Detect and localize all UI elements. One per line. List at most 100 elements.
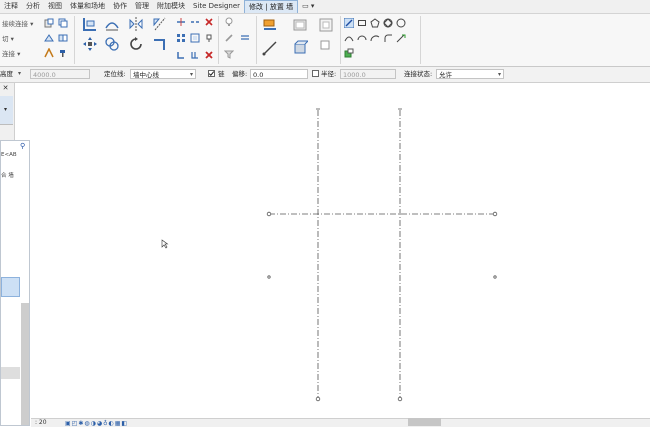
trim-single-icon[interactable]	[176, 50, 186, 60]
join-command-label[interactable]: 接续连接 ▾	[2, 18, 33, 28]
browser-row[interactable]: E<AB	[1, 152, 19, 158]
radius-field[interactable]: 1000.0	[340, 69, 396, 79]
dimension-icon[interactable]	[262, 40, 278, 56]
join-geometry-icon[interactable]	[58, 33, 68, 43]
ribbon-tab[interactable]: 修改 | 放置 墙	[244, 0, 299, 13]
ribbon-tab[interactable]: 分析	[22, 0, 44, 13]
ribbon-tab[interactable]: ▭ ▾	[298, 0, 318, 13]
draw-arc-start-end-icon[interactable]	[344, 33, 354, 43]
trim-multiple-icon[interactable]	[190, 50, 200, 60]
browser-row-highlight	[1, 367, 20, 379]
pick-lines-icon[interactable]	[396, 33, 406, 43]
ribbon-tab[interactable]: 管理	[131, 0, 153, 13]
join-status-label: 连接状态:	[404, 70, 433, 78]
location-line-label: 定位线:	[104, 70, 126, 78]
ribbon-separator	[74, 16, 75, 64]
browser-row[interactable]: 合 墙	[1, 171, 19, 179]
height-value: 4000.0	[33, 71, 56, 79]
lightbulb-icon[interactable]	[224, 17, 234, 27]
project-browser: ⚲ E<AB 合 墙	[0, 140, 30, 426]
view-filter-icon[interactable]	[224, 49, 234, 59]
linework-icon[interactable]	[240, 33, 250, 43]
trim-extend-icon[interactable]	[152, 36, 168, 52]
offset-icon[interactable]	[104, 16, 120, 32]
location-line-select[interactable]: 墙中心线 ▾	[130, 69, 196, 79]
chain-checkbox[interactable]	[208, 70, 215, 77]
radius-checkbox[interactable]	[312, 70, 319, 77]
create-group-icon[interactable]	[292, 40, 308, 56]
ribbon-tab[interactable]: 注释	[0, 0, 22, 13]
search-icon[interactable]: ⚲	[20, 142, 25, 150]
cut-profile-icon[interactable]	[44, 33, 54, 43]
delete-icon[interactable]	[204, 50, 214, 60]
ribbon-separator	[420, 16, 421, 64]
location-line-value: 墙中心线	[133, 71, 159, 79]
split-icon[interactable]	[176, 17, 186, 27]
chevron-down-icon: ▾	[497, 71, 501, 78]
height-label: 高度	[0, 70, 13, 78]
scale-icon[interactable]	[190, 33, 200, 43]
match-type-icon[interactable]	[44, 48, 54, 58]
type-selector[interactable]: ▾	[0, 96, 13, 125]
grid-endpoint-marker[interactable]	[315, 396, 321, 402]
connect-command-label[interactable]: 连接 ▾	[2, 48, 20, 58]
ribbon-tab[interactable]: 视图	[44, 0, 66, 13]
unpin-icon[interactable]	[204, 33, 214, 43]
ribbon-tab[interactable]: Site Designer	[189, 0, 244, 13]
draw-circle-icon[interactable]	[396, 18, 406, 28]
elevation-marker[interactable]	[493, 275, 497, 279]
chain-label: 链	[218, 70, 225, 78]
pick-faces-icon[interactable]	[344, 48, 354, 58]
pencil-icon[interactable]	[224, 33, 234, 43]
create-similar-icon[interactable]	[292, 17, 308, 33]
ribbon-panel: 接续连接 ▾ 切 ▾ 连接 ▾	[0, 14, 650, 67]
draw-rectangle-icon[interactable]	[357, 18, 367, 28]
drawing-area[interactable]	[31, 83, 650, 418]
grid-endpoint-marker[interactable]	[397, 396, 403, 402]
mirror-axis-icon[interactable]	[128, 16, 144, 32]
join-status-value: 允许	[439, 71, 452, 79]
array-icon[interactable]	[176, 33, 186, 43]
move-icon[interactable]	[82, 36, 98, 52]
draw-arc-tangent-icon[interactable]	[370, 33, 380, 43]
cursor-icon	[161, 239, 169, 249]
browser-selected-row[interactable]	[1, 277, 20, 297]
draw-polygon-icon[interactable]	[370, 18, 380, 28]
draw-arc-center-icon[interactable]	[357, 33, 367, 43]
radius-value: 1000.0	[343, 71, 366, 79]
chevron-down-icon: ▾	[189, 71, 193, 78]
radius-label: 半径:	[321, 70, 337, 78]
ribbon-tab[interactable]: 体量和场地	[66, 0, 109, 13]
cut-command-label[interactable]: 切 ▾	[2, 33, 14, 43]
rotate-icon[interactable]	[128, 36, 144, 52]
mirror-draw-icon[interactable]	[152, 16, 168, 32]
height-field[interactable]: 4000.0	[30, 69, 90, 79]
align-icon[interactable]	[82, 16, 98, 32]
draw-line-icon[interactable]	[344, 18, 354, 28]
close-icon[interactable]: ✕	[1, 84, 10, 93]
draw-inscribed-icon[interactable]	[383, 18, 393, 28]
ribbon-tab[interactable]: 附加模块	[153, 0, 189, 13]
split-gap-icon[interactable]	[190, 17, 200, 27]
offset-field[interactable]: 0.0	[250, 69, 308, 79]
load-family-icon[interactable]	[318, 17, 334, 33]
grid-endpoint-marker[interactable]	[266, 211, 272, 217]
paste-icon[interactable]	[44, 18, 54, 28]
wall-opening-icon[interactable]	[320, 40, 330, 50]
join-status-select[interactable]: 允许 ▾	[436, 69, 504, 79]
draw-fillet-icon[interactable]	[383, 33, 393, 43]
horizontal-scrollbar[interactable]	[408, 418, 441, 426]
options-bar: 高度 ▾ 4000.0 定位线: 墙中心线 ▾ 链 偏移: 0.0 半径: 100…	[0, 67, 650, 83]
chevron-down-icon: ▾	[4, 106, 8, 113]
copy-element-icon[interactable]	[104, 36, 120, 52]
grid-endpoint-marker[interactable]	[492, 211, 498, 217]
ribbon-separator	[256, 16, 257, 64]
ribbon-tab[interactable]: 协作	[109, 0, 131, 13]
drawing-canvas[interactable]	[31, 83, 650, 418]
delete-elements-icon[interactable]	[204, 17, 214, 27]
measure-icon[interactable]	[262, 17, 278, 33]
elevation-marker[interactable]	[267, 275, 271, 279]
paint-icon[interactable]	[58, 48, 68, 58]
copy-icon[interactable]	[58, 18, 68, 28]
vertical-scrollbar[interactable]	[21, 303, 29, 425]
